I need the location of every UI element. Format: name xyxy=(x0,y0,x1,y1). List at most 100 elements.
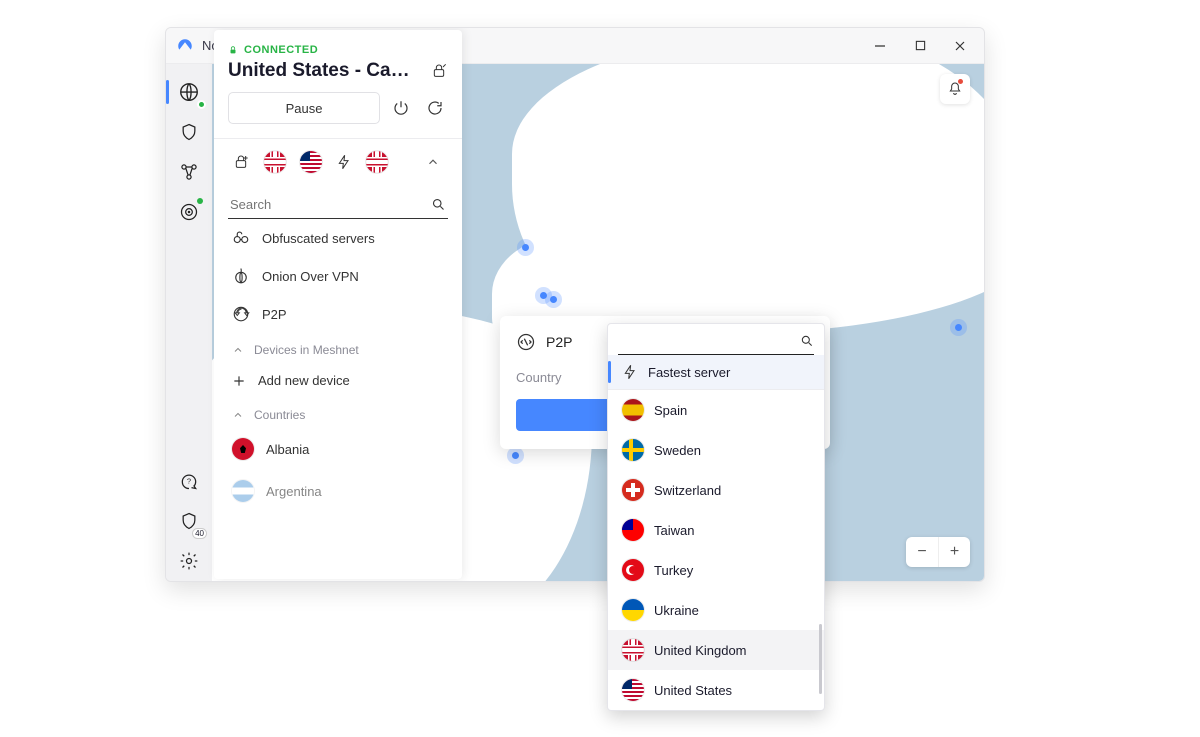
p2p-title: P2P xyxy=(546,334,572,350)
p2p-icon xyxy=(516,332,536,352)
power-button[interactable] xyxy=(388,95,414,121)
flag-argentina-icon xyxy=(232,480,254,502)
country-dropdown: Fastest server Spain Sweden Switzerland … xyxy=(607,323,825,711)
presets-row xyxy=(228,139,448,183)
flag-taiwan-icon xyxy=(622,519,644,541)
zoom-in-button[interactable]: + xyxy=(938,537,970,567)
connection-status: CONNECTED xyxy=(228,44,448,56)
fastest-label: Fastest server xyxy=(648,365,730,380)
sidebar-item-darkweb[interactable] xyxy=(173,196,205,228)
search-icon xyxy=(800,334,814,348)
country-label: Switzerland xyxy=(654,483,721,498)
flag-uk-icon xyxy=(622,639,644,661)
speciality-p2p[interactable]: P2P xyxy=(214,295,462,333)
sidebar: ? 40 xyxy=(166,64,212,581)
globe-icon xyxy=(178,81,200,103)
dropdown-country-spain[interactable]: Spain xyxy=(608,390,824,430)
section-countries[interactable]: Countries xyxy=(214,398,462,428)
presets-collapse[interactable] xyxy=(422,151,444,173)
sidebar-item-stats[interactable]: 40 xyxy=(173,505,205,537)
notifications-button[interactable] xyxy=(940,74,970,104)
sidebar-item-vpn[interactable] xyxy=(173,76,205,108)
dropdown-country-ukraine[interactable]: Ukraine xyxy=(608,590,824,630)
app-window: NordVPN ? xyxy=(165,27,985,582)
preset-flag-us[interactable] xyxy=(300,151,322,173)
zoom-out-button[interactable]: − xyxy=(906,537,938,567)
flag-turkey-icon xyxy=(622,559,644,581)
radar-icon xyxy=(179,202,199,222)
country-item-argentina[interactable]: Argentina xyxy=(214,470,462,512)
search-field[interactable] xyxy=(228,191,448,219)
dropdown-country-taiwan[interactable]: Taiwan xyxy=(608,510,824,550)
alert-dot-icon xyxy=(197,198,203,204)
search-icon xyxy=(431,197,446,212)
status-text: CONNECTED xyxy=(244,44,318,56)
country-label: Argentina xyxy=(266,484,322,499)
lock-icon xyxy=(228,45,238,55)
p2p-icon xyxy=(232,305,250,323)
countries-label: Countries xyxy=(254,408,305,422)
action-add-device[interactable]: Add new device xyxy=(214,363,462,398)
dropdown-country-turkey[interactable]: Turkey xyxy=(608,550,824,590)
country-label: Spain xyxy=(654,403,687,418)
speciality-obfuscated[interactable]: Obfuscated servers xyxy=(214,219,462,257)
stats-badge: 40 xyxy=(192,528,207,539)
meshnet-icon xyxy=(179,162,199,182)
dropdown-scrollbar[interactable] xyxy=(819,624,822,694)
sidebar-item-meshnet[interactable] xyxy=(173,156,205,188)
preset-lock-icon[interactable] xyxy=(430,62,448,80)
country-label: United States xyxy=(654,683,732,698)
section-meshnet[interactable]: Devices in Meshnet xyxy=(214,333,462,363)
country-label: Taiwan xyxy=(654,523,694,538)
dropdown-country-switzerland[interactable]: Switzerland xyxy=(608,470,824,510)
connection-panel: CONNECTED United States - Cana… Pause xyxy=(214,30,462,579)
maximize-button[interactable] xyxy=(906,32,934,60)
connection-location: United States - Cana… xyxy=(228,60,418,82)
status-dot-icon xyxy=(197,100,206,109)
chevron-up-icon xyxy=(232,409,244,421)
dropdown-search[interactable] xyxy=(618,334,814,355)
minimize-button[interactable] xyxy=(866,32,894,60)
obfuscated-label: Obfuscated servers xyxy=(262,231,375,246)
speciality-onion[interactable]: Onion Over VPN xyxy=(214,257,462,295)
sidebar-item-threat-protection[interactable] xyxy=(173,116,205,148)
p2p-label: P2P xyxy=(262,307,287,322)
onion-label: Onion Over VPN xyxy=(262,269,359,284)
sidebar-item-settings[interactable] xyxy=(173,545,205,577)
dropdown-fastest[interactable]: Fastest server xyxy=(608,355,824,389)
preset-flag-uk[interactable] xyxy=(264,151,286,173)
dropdown-search-input[interactable] xyxy=(618,334,800,348)
svg-text:?: ? xyxy=(187,477,191,486)
sidebar-item-help[interactable]: ? xyxy=(173,465,205,497)
bolt-icon xyxy=(622,364,638,380)
flag-switzerland-icon xyxy=(622,479,644,501)
meshnet-label: Devices in Meshnet xyxy=(254,343,359,357)
preset-flag-uk-2[interactable] xyxy=(366,151,388,173)
country-label: United Kingdom xyxy=(654,643,747,658)
gear-icon xyxy=(179,551,199,571)
refresh-button[interactable] xyxy=(422,95,448,121)
country-label: Sweden xyxy=(654,443,701,458)
dropdown-country-sweden[interactable]: Sweden xyxy=(608,430,824,470)
flag-ukraine-icon xyxy=(622,599,644,621)
flag-spain-icon xyxy=(622,399,644,421)
preset-quick-icon[interactable] xyxy=(336,154,352,170)
preset-add-icon[interactable] xyxy=(232,153,250,171)
obfuscated-icon xyxy=(232,229,250,247)
flag-sweden-icon xyxy=(622,439,644,461)
country-label: Albania xyxy=(266,442,309,457)
close-button[interactable] xyxy=(946,32,974,60)
dropdown-country-uk[interactable]: United Kingdom xyxy=(608,630,824,670)
window-controls xyxy=(866,32,974,60)
server-list: Obfuscated servers Onion Over VPN P2P De… xyxy=(214,219,462,512)
pause-button[interactable]: Pause xyxy=(228,92,380,124)
pause-label: Pause xyxy=(286,101,323,116)
dropdown-country-us[interactable]: United States xyxy=(608,670,824,710)
country-item-albania[interactable]: Albania xyxy=(214,428,462,470)
add-device-label: Add new device xyxy=(258,373,350,388)
search-input[interactable] xyxy=(230,197,431,212)
help-icon: ? xyxy=(179,471,199,491)
nordvpn-logo-icon xyxy=(176,37,194,55)
country-label: Turkey xyxy=(654,563,693,578)
chevron-up-icon xyxy=(232,344,244,356)
